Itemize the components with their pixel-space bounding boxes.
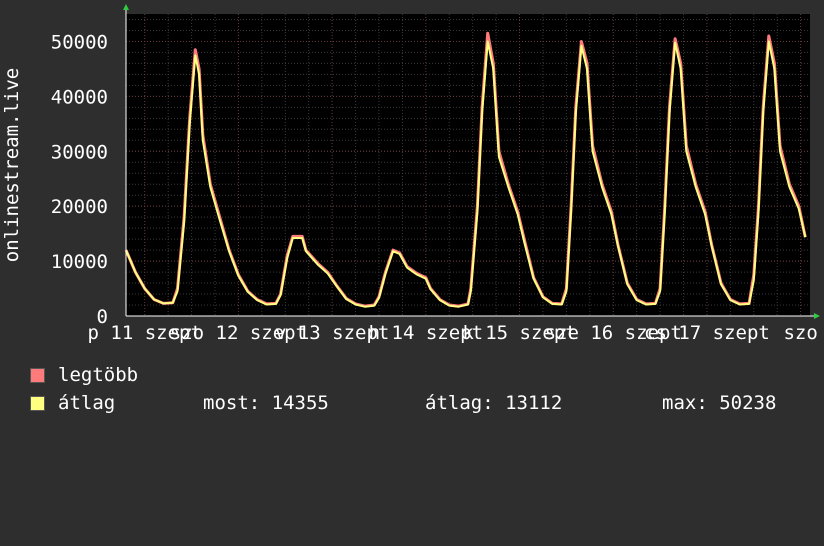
- y-axis-label: onlinestream.live: [1, 68, 23, 262]
- y-axis-arrow: [123, 4, 129, 10]
- x-axis-arrow: [814, 313, 820, 319]
- legend-label-avg: átlag: [58, 392, 116, 414]
- y-tick-label: 10000: [51, 251, 108, 273]
- y-tick-label: 30000: [51, 141, 108, 163]
- stat-current: most: 14355: [203, 392, 329, 414]
- y-tick-label: 20000: [51, 196, 108, 218]
- legend-swatch-max: [30, 368, 45, 383]
- stat-max: max: 50238: [662, 392, 777, 414]
- stat-average: átlag: 13112: [425, 392, 563, 414]
- chart-figure: 0 10000 20000 30000 40000 50000 p 11 szept szo …: [0, 0, 824, 430]
- y-tick-label: 50000: [51, 31, 108, 53]
- legend-swatch-avg: [30, 396, 45, 411]
- y-tick-label: 40000: [51, 86, 108, 108]
- x-tick-label: szo: [783, 322, 817, 344]
- legend-item-avg: átlag most: 14355 átlag: 13112 max: 5023…: [30, 392, 820, 546]
- legend-label-max: legtöbb: [58, 364, 139, 386]
- x-tick-label: cs 17 szept: [644, 322, 770, 344]
